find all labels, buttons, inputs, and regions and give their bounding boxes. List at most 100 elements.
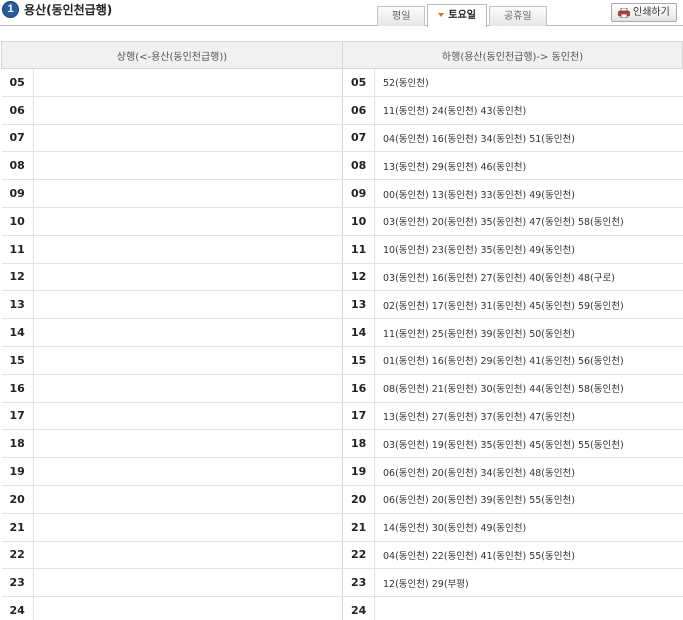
hour-cell-up: 24 bbox=[1, 596, 34, 620]
down-times-cell: 03(동인천) 19(동인천) 35(동인천) 45(동인천) 55(동인천) bbox=[374, 429, 683, 459]
table-row: 16 16 08(동인천) 21(동인천) 30(동인천) 44(동인천) 58(동… bbox=[1, 374, 683, 403]
table-row: 12 12 03(동인천) 16(동인천) 27(동인천) 40(동인천) 48(구… bbox=[1, 263, 683, 292]
hour-cell-up: 15 bbox=[1, 346, 34, 375]
hour-cell-down: 07 bbox=[342, 124, 375, 153]
up-times-cell bbox=[33, 485, 343, 514]
hour-cell-up: 18 bbox=[1, 429, 34, 459]
hour-cell-down: 08 bbox=[342, 151, 375, 181]
hour-cell-down: 18 bbox=[342, 429, 375, 459]
table-row: 20 20 06(동인천) 20(동인천) 39(동인천) 55(동인천) bbox=[1, 485, 683, 514]
down-times-cell: 00(동인천) 13(동인천) 33(동인천) 49(동인천) bbox=[374, 179, 683, 208]
timetable-body: 05 05 52(동인천) 06 06 11(동인천) 24(동인천) 43(동인천) 07… bbox=[1, 68, 683, 620]
table-row: 13 13 02(동인천) 17(동인천) 31(동인천) 45(동인천) 59(동… bbox=[1, 290, 683, 320]
up-times-cell bbox=[33, 374, 343, 403]
hour-cell-down: 05 bbox=[342, 68, 375, 97]
hour-cell-down: 24 bbox=[342, 596, 375, 620]
table-row: 24 24 bbox=[1, 596, 683, 620]
hour-cell-up: 08 bbox=[1, 151, 34, 181]
table-row: 17 17 13(동인천) 27(동인천) 37(동인천) 47(동인천) bbox=[1, 402, 683, 431]
hour-cell-up: 05 bbox=[1, 68, 34, 97]
table-row: 07 07 04(동인천) 16(동인천) 34(동인천) 51(동인천) bbox=[1, 124, 683, 153]
table-row: 05 05 52(동인천) bbox=[1, 68, 683, 97]
hour-cell-up: 19 bbox=[1, 457, 34, 486]
hour-cell-up: 22 bbox=[1, 541, 34, 570]
hour-cell-up: 16 bbox=[1, 374, 34, 403]
down-times-cell: 08(동인천) 21(동인천) 30(동인천) 44(동인천) 58(동인천) bbox=[374, 374, 683, 403]
down-times-cell: 11(동인천) 25(동인천) 39(동인천) 50(동인천) bbox=[374, 318, 683, 347]
page-header: 1 용산(동인천급행) 평일 토요일 공휴일 인쇄하기 bbox=[0, 0, 683, 27]
table-row: 23 23 12(동인천) 29(부평) bbox=[1, 568, 683, 598]
hour-cell-down: 16 bbox=[342, 374, 375, 403]
up-times-cell bbox=[33, 207, 343, 236]
up-times-cell bbox=[33, 151, 343, 181]
table-row: 14 14 11(동인천) 25(동인천) 39(동인천) 50(동인천) bbox=[1, 318, 683, 347]
table-row: 21 21 14(동인천) 30(동인천) 49(동인천) bbox=[1, 513, 683, 542]
down-times-cell: 06(동인천) 20(동인천) 39(동인천) 55(동인천) bbox=[374, 485, 683, 514]
hour-cell-down: 19 bbox=[342, 457, 375, 486]
hour-cell-up: 12 bbox=[1, 263, 34, 292]
hour-cell-down: 09 bbox=[342, 179, 375, 208]
hour-cell-up: 17 bbox=[1, 402, 34, 431]
hour-cell-up: 14 bbox=[1, 318, 34, 347]
column-header-up: 상행(<-용산(동인천급행)) bbox=[1, 41, 343, 69]
down-times-cell: 14(동인천) 30(동인천) 49(동인천) bbox=[374, 513, 683, 542]
up-times-cell bbox=[33, 124, 343, 153]
hour-cell-up: 09 bbox=[1, 179, 34, 208]
down-times-cell: 13(동인천) 29(동인천) 46(동인천) bbox=[374, 151, 683, 181]
tab-weekday-label: 평일 bbox=[392, 11, 411, 22]
hour-cell-down: 23 bbox=[342, 568, 375, 598]
up-times-cell bbox=[33, 68, 343, 97]
down-times-cell bbox=[374, 596, 683, 620]
hour-cell-up: 13 bbox=[1, 290, 34, 320]
hour-cell-down: 14 bbox=[342, 318, 375, 347]
up-times-cell bbox=[33, 402, 343, 431]
down-times-cell: 10(동인천) 23(동인천) 35(동인천) 49(동인천) bbox=[374, 235, 683, 264]
down-times-cell: 02(동인천) 17(동인천) 31(동인천) 45(동인천) 59(동인천) bbox=[374, 290, 683, 320]
table-row: 08 08 13(동인천) 29(동인천) 46(동인천) bbox=[1, 151, 683, 181]
table-row: 11 11 10(동인천) 23(동인천) 35(동인천) 49(동인천) bbox=[1, 235, 683, 264]
down-times-cell: 12(동인천) 29(부평) bbox=[374, 568, 683, 598]
hour-cell-down: 22 bbox=[342, 541, 375, 570]
hour-cell-up: 21 bbox=[1, 513, 34, 542]
printer-icon bbox=[618, 8, 630, 18]
tab-holiday[interactable]: 공휴일 bbox=[489, 6, 547, 26]
station-number-badge: 1 bbox=[2, 1, 19, 18]
timetable-header-row: 상행(<-용산(동인천급행)) 하행(용산(동인천급행)-> 동인천) bbox=[1, 41, 683, 69]
hour-cell-up: 10 bbox=[1, 207, 34, 236]
down-times-cell: 04(동인천) 22(동인천) 41(동인천) 55(동인천) bbox=[374, 541, 683, 570]
up-times-cell bbox=[33, 346, 343, 375]
up-times-cell bbox=[33, 429, 343, 459]
table-row: 10 10 03(동인천) 20(동인천) 35(동인천) 47(동인천) 58(동… bbox=[1, 207, 683, 236]
up-times-cell bbox=[33, 568, 343, 598]
tab-saturday[interactable]: 토요일 bbox=[427, 4, 488, 27]
hour-cell-down: 12 bbox=[342, 263, 375, 292]
tab-holiday-label: 공휴일 bbox=[504, 11, 532, 22]
up-times-cell bbox=[33, 318, 343, 347]
table-row: 09 09 00(동인천) 13(동인천) 33(동인천) 49(동인천) bbox=[1, 179, 683, 208]
hour-cell-up: 20 bbox=[1, 485, 34, 514]
down-times-cell: 03(동인천) 16(동인천) 27(동인천) 40(동인천) 48(구로) bbox=[374, 263, 683, 292]
day-tabs: 평일 토요일 공휴일 bbox=[377, 4, 549, 27]
table-row: 15 15 01(동인천) 16(동인천) 29(동인천) 41(동인천) 56(동… bbox=[1, 346, 683, 375]
hour-cell-down: 10 bbox=[342, 207, 375, 236]
table-row: 06 06 11(동인천) 24(동인천) 43(동인천) bbox=[1, 96, 683, 125]
table-row: 18 18 03(동인천) 19(동인천) 35(동인천) 45(동인천) 55(동… bbox=[1, 429, 683, 459]
tab-weekday[interactable]: 평일 bbox=[377, 6, 426, 26]
hour-cell-down: 20 bbox=[342, 485, 375, 514]
triangle-down-icon bbox=[438, 13, 445, 17]
hour-cell-down: 11 bbox=[342, 235, 375, 264]
up-times-cell bbox=[33, 235, 343, 264]
down-times-cell: 13(동인천) 27(동인천) 37(동인천) 47(동인천) bbox=[374, 402, 683, 431]
hour-cell-down: 21 bbox=[342, 513, 375, 542]
down-times-cell: 03(동인천) 20(동인천) 35(동인천) 47(동인천) 58(동인천) bbox=[374, 207, 683, 236]
up-times-cell bbox=[33, 596, 343, 620]
down-times-cell: 06(동인천) 20(동인천) 34(동인천) 48(동인천) bbox=[374, 457, 683, 486]
up-times-cell bbox=[33, 457, 343, 486]
hour-cell-down: 15 bbox=[342, 346, 375, 375]
down-times-cell: 04(동인천) 16(동인천) 34(동인천) 51(동인천) bbox=[374, 124, 683, 153]
hour-cell-down: 13 bbox=[342, 290, 375, 320]
print-button[interactable]: 인쇄하기 bbox=[611, 3, 677, 22]
hour-cell-up: 11 bbox=[1, 235, 34, 264]
hour-cell-down: 17 bbox=[342, 402, 375, 431]
hour-cell-up: 07 bbox=[1, 124, 34, 153]
